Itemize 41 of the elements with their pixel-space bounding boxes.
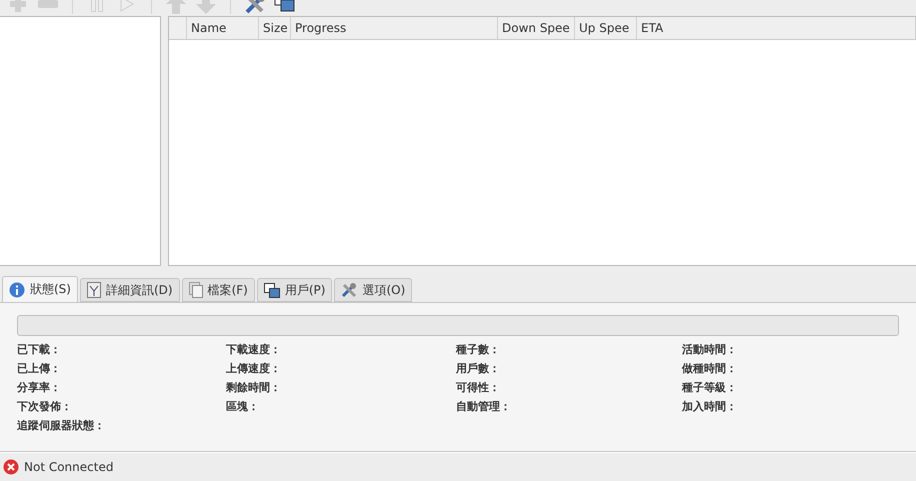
field-label: 種子等級： <box>682 380 738 396</box>
computers-icon <box>264 282 280 298</box>
field-label: 剩餘時間： <box>226 380 282 396</box>
tab[interactable]: 狀態(S) <box>2 276 78 302</box>
column-header[interactable]: Down Spee <box>498 17 575 39</box>
column-header[interactable]: Name <box>187 17 259 39</box>
document-icon <box>86 282 101 298</box>
field-label: 已下載： <box>17 342 62 358</box>
tab[interactable]: 選項(O) <box>334 278 412 302</box>
column-header[interactable]: Up Spee <box>575 17 637 39</box>
field-label: 種子數： <box>456 342 501 358</box>
tab[interactable]: 檔案(F) <box>182 278 255 302</box>
field-label: 加入時間： <box>682 399 738 415</box>
field-label: 區塊： <box>226 399 260 415</box>
field-label: 活動時間： <box>682 342 738 358</box>
field-label: 下載速度： <box>226 342 282 358</box>
up-arrow-icon <box>166 0 186 14</box>
field-label: 下次發佈： <box>17 399 73 415</box>
info-icon <box>9 282 25 298</box>
down-arrow-icon <box>196 0 216 14</box>
files-icon <box>188 282 203 298</box>
field-label: 做種時間： <box>682 361 738 377</box>
plus-icon <box>8 0 28 14</box>
tools-icon <box>341 282 358 298</box>
pause-icon <box>91 0 103 12</box>
tab[interactable]: 詳細資訊(D) <box>80 278 180 302</box>
field-label: 可得性： <box>456 380 501 396</box>
field-label: 上傳速度： <box>226 361 282 377</box>
tab[interactable]: 用戶(P) <box>256 278 332 302</box>
field-label: 追蹤伺服器狀態： <box>17 418 106 434</box>
minus-icon <box>38 0 58 8</box>
status-text: Not Connected <box>24 460 114 474</box>
field-label: 自動管理： <box>456 399 512 415</box>
column-header[interactable]: Progress <box>291 17 498 39</box>
field-label: 已上傳： <box>17 361 62 377</box>
field-label: 分享率： <box>17 380 62 396</box>
column-header[interactable]: ETA <box>637 17 916 39</box>
play-icon <box>120 0 134 12</box>
field-label: 用戶數： <box>456 361 501 377</box>
computers-icon <box>274 0 296 14</box>
column-header[interactable]: Size <box>259 17 291 39</box>
